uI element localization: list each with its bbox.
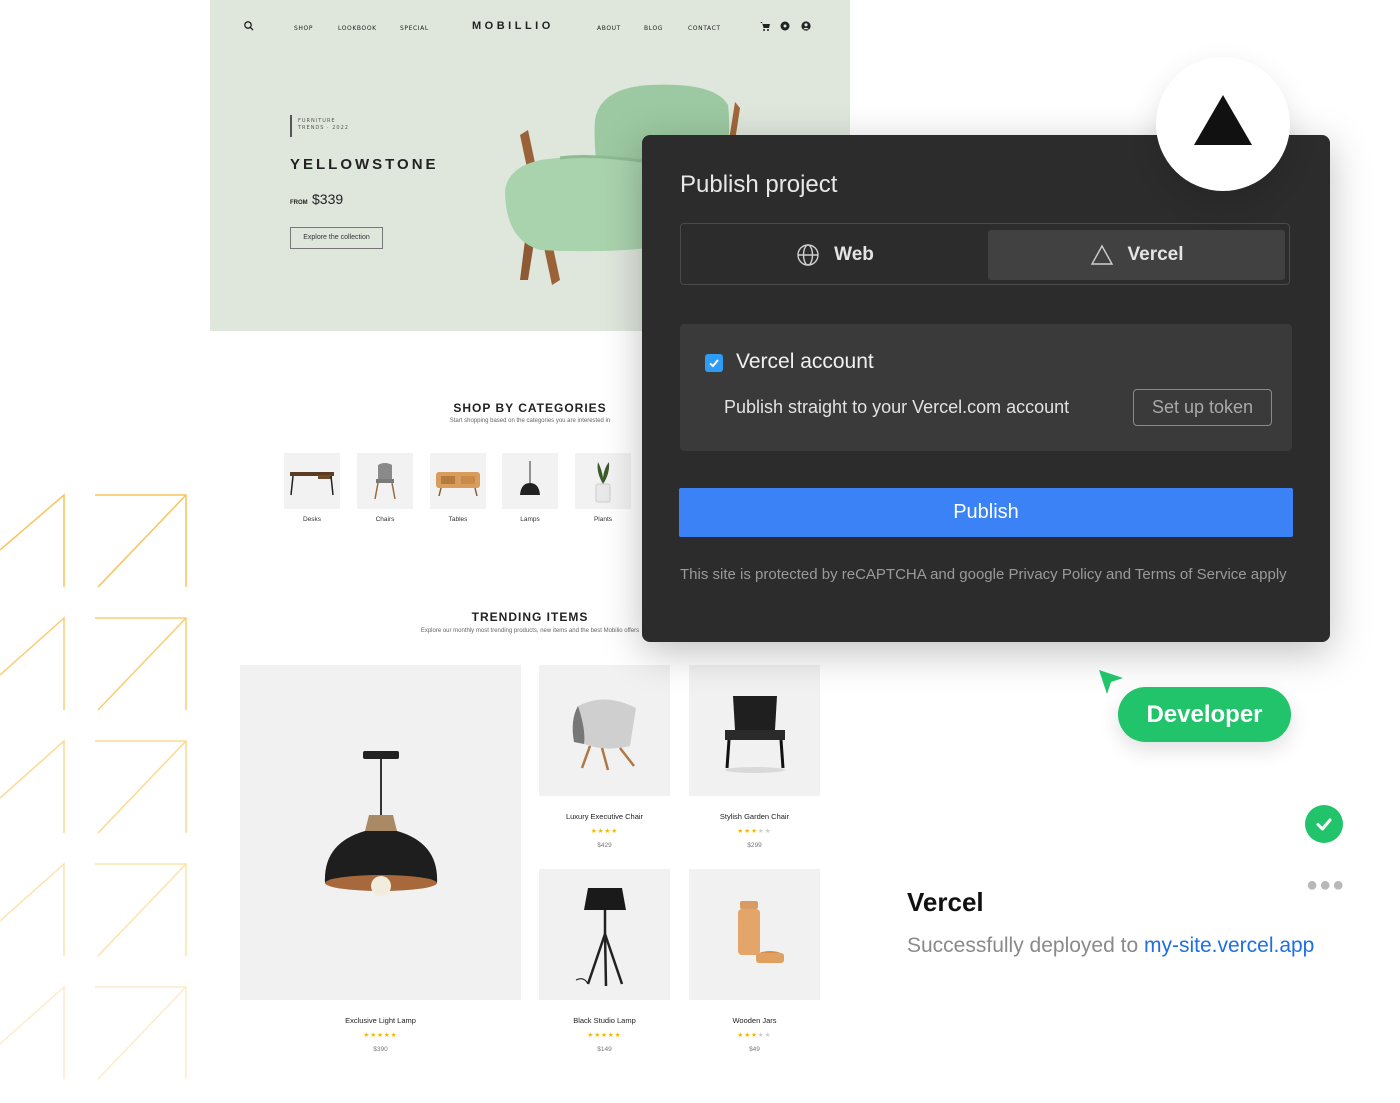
product-price: $299 xyxy=(747,842,762,849)
globe-icon xyxy=(797,244,819,266)
explore-collection-button[interactable]: Explore the collection xyxy=(290,227,383,249)
rating-stars: ★★★★★ xyxy=(737,828,772,835)
hero-price: $339 xyxy=(312,191,344,207)
hero-title: YELLOWSTONE xyxy=(290,156,439,173)
vercel-account-panel: Vercel account Publish straight to your … xyxy=(680,324,1292,451)
site-logo[interactable]: MOBILLIO xyxy=(472,20,554,32)
category-tables[interactable]: Tables xyxy=(430,453,486,523)
product-price: $429 xyxy=(597,842,612,849)
deploy-title: Vercel xyxy=(907,887,984,917)
success-check-icon xyxy=(1305,805,1343,843)
vercel-account-description: Publish straight to your Vercel.com acco… xyxy=(724,397,1070,417)
wishlist-icon[interactable] xyxy=(779,20,791,32)
plant-image xyxy=(575,453,631,509)
rating-stars: ★★★★★ xyxy=(363,1032,398,1039)
product-price: $149 xyxy=(597,1046,612,1053)
vercel-account-title: Vercel account xyxy=(736,350,874,373)
category-label: Lamps xyxy=(520,516,540,523)
rating-stars: ★★★★★ xyxy=(737,1032,772,1039)
nav-link-about[interactable]: ABOUT xyxy=(597,25,621,32)
hero-tag: FURNITURE TRENDS · 2022 xyxy=(290,115,349,137)
vercel-account-checkbox[interactable] xyxy=(705,354,723,372)
deploy-site-link[interactable]: my-site.vercel.app xyxy=(1144,934,1314,957)
category-label: Desks xyxy=(302,516,322,523)
rating-stars: ★★★★ xyxy=(590,828,619,835)
recaptcha-notice: This site is protected by reCAPTCHA and … xyxy=(680,566,1287,583)
nav-link-special[interactable]: SPECIAL xyxy=(400,25,429,32)
product-name[interactable]: Wooden Jars xyxy=(689,1016,820,1025)
chair-image xyxy=(357,453,413,509)
dialog-title: Publish project xyxy=(680,171,838,198)
garden-chair-image xyxy=(724,695,785,773)
developer-badge: Developer xyxy=(1118,687,1291,742)
category-lamps[interactable]: Lamps xyxy=(502,453,558,523)
product-card-stylish-garden-chair[interactable] xyxy=(689,665,820,796)
checkmark-icon xyxy=(709,359,719,368)
hero-tag-line2: TRENDS · 2022 xyxy=(298,125,349,131)
table-image xyxy=(430,453,486,509)
publish-target-tabs: Web Vercel xyxy=(680,223,1290,285)
category-label: Chairs xyxy=(375,516,395,523)
category-label: Tables xyxy=(448,516,468,523)
nav-link-lookbook[interactable]: LOOKBOOK xyxy=(338,25,377,32)
vercel-triangle-outline-icon xyxy=(1090,244,1113,265)
category-desks[interactable]: Desks xyxy=(284,453,340,523)
nav-link-contact[interactable]: CONTACT xyxy=(688,25,721,32)
pendant-lamp-image xyxy=(324,750,437,896)
floor-lamp-image xyxy=(575,887,626,986)
decorative-line-pattern xyxy=(0,493,187,1080)
vercel-logo-icon xyxy=(1194,95,1252,145)
account-icon[interactable] xyxy=(800,20,812,32)
product-name[interactable]: Exclusive Light Lamp xyxy=(240,1016,521,1025)
deploy-message: Successfully deployed to my-site.vercel.… xyxy=(907,934,1314,958)
publish-button[interactable]: Publish xyxy=(679,488,1293,537)
more-options-icon[interactable]: ●●● xyxy=(1306,875,1345,895)
hero-from-label: FROM xyxy=(290,200,308,206)
site-nav: SHOP LOOKBOOK SPECIAL MOBILLIO ABOUT BLO… xyxy=(210,0,850,56)
wooden-jars-image xyxy=(737,900,784,963)
tab-web[interactable]: Web xyxy=(687,230,983,280)
lamp-image xyxy=(502,453,558,509)
vercel-logo-badge xyxy=(1156,57,1290,191)
product-name[interactable]: Black Studio Lamp xyxy=(539,1016,670,1025)
category-label: Plants xyxy=(593,516,613,523)
product-card-exclusive-light-lamp[interactable] xyxy=(240,665,521,1000)
desk-image xyxy=(284,453,340,509)
cart-icon[interactable] xyxy=(759,20,771,32)
search-icon[interactable] xyxy=(243,20,255,32)
category-plants[interactable]: Plants xyxy=(575,453,631,523)
publish-project-dialog: Publish project Web Vercel Vercel accoun… xyxy=(642,135,1330,642)
cursor-pointer-icon xyxy=(1099,670,1123,694)
product-card-wooden-jars[interactable] xyxy=(689,869,820,1000)
product-card-black-studio-lamp[interactable] xyxy=(539,869,670,1000)
nav-link-shop[interactable]: SHOP xyxy=(294,25,313,32)
deploy-message-text: Successfully deployed to xyxy=(907,934,1144,957)
category-chairs[interactable]: Chairs xyxy=(357,453,413,523)
product-name[interactable]: Stylish Garden Chair xyxy=(689,812,820,821)
tab-web-label: Web xyxy=(834,244,874,265)
product-price: $49 xyxy=(749,1046,760,1053)
product-price: $390 xyxy=(373,1046,388,1053)
lounge-chair-image xyxy=(572,698,636,770)
nav-link-blog[interactable]: BLOG xyxy=(644,25,663,32)
hero-tag-line1: FURNITURE xyxy=(298,118,336,124)
tab-vercel[interactable]: Vercel xyxy=(988,230,1285,280)
tab-vercel-label: Vercel xyxy=(1127,244,1184,265)
product-name[interactable]: Luxury Executive Chair xyxy=(539,812,670,821)
set-up-token-button[interactable]: Set up token xyxy=(1133,389,1272,426)
rating-stars: ★★★★★ xyxy=(587,1032,622,1039)
product-card-luxury-executive-chair[interactable] xyxy=(539,665,670,796)
